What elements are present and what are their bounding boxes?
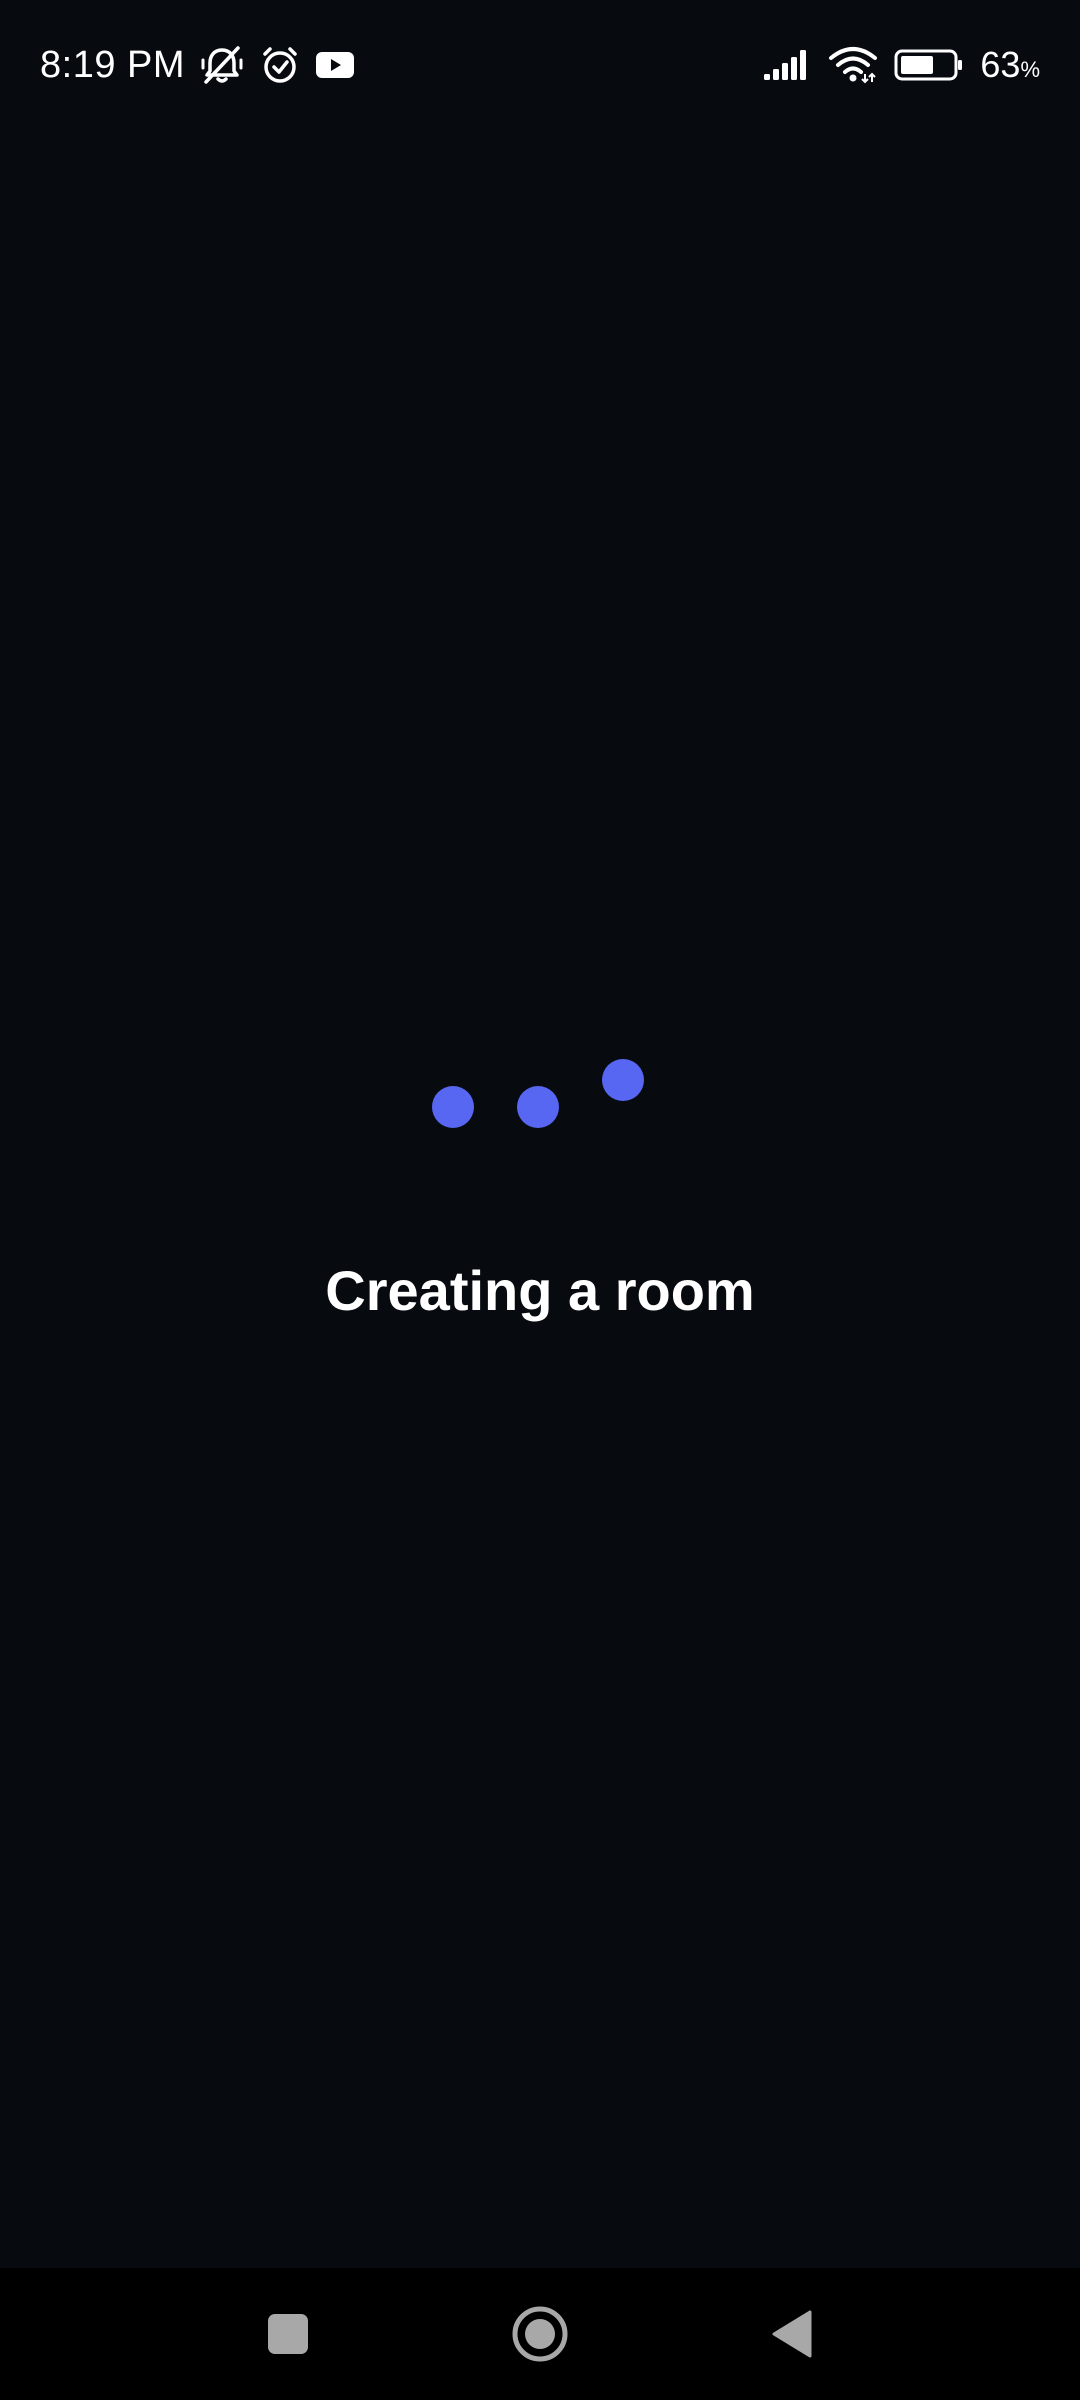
home-circle-icon: [511, 2305, 569, 2363]
back-button[interactable]: [726, 2268, 858, 2400]
creating-room-message: Creating a room: [325, 1259, 755, 1322]
youtube-icon: [315, 49, 355, 81]
status-right: 63%: [762, 40, 1040, 90]
loading-indicator: [0, 1050, 1080, 1130]
wifi-icon: [828, 46, 878, 84]
loading-dot: [602, 1059, 644, 1101]
alarm-icon: [259, 44, 301, 86]
bell-off-icon: [199, 42, 245, 88]
loading-dot: [517, 1086, 559, 1128]
home-button[interactable]: [474, 2268, 606, 2400]
battery-percentage: 63%: [980, 44, 1040, 85]
battery-icon: [894, 48, 964, 82]
back-triangle-icon: [770, 2309, 814, 2359]
square-icon: [267, 2313, 309, 2355]
recents-button[interactable]: [222, 2268, 354, 2400]
status-left: 8:19 PM: [40, 40, 355, 90]
loading-dot: [432, 1086, 474, 1128]
screen: 8:19 PM 63% Creating a room: [0, 0, 1080, 2400]
signal-icon: [762, 48, 812, 82]
status-time: 8:19 PM: [40, 43, 186, 86]
navigation-bar: [0, 2268, 1080, 2400]
status-bar: 8:19 PM 63%: [0, 0, 1080, 130]
